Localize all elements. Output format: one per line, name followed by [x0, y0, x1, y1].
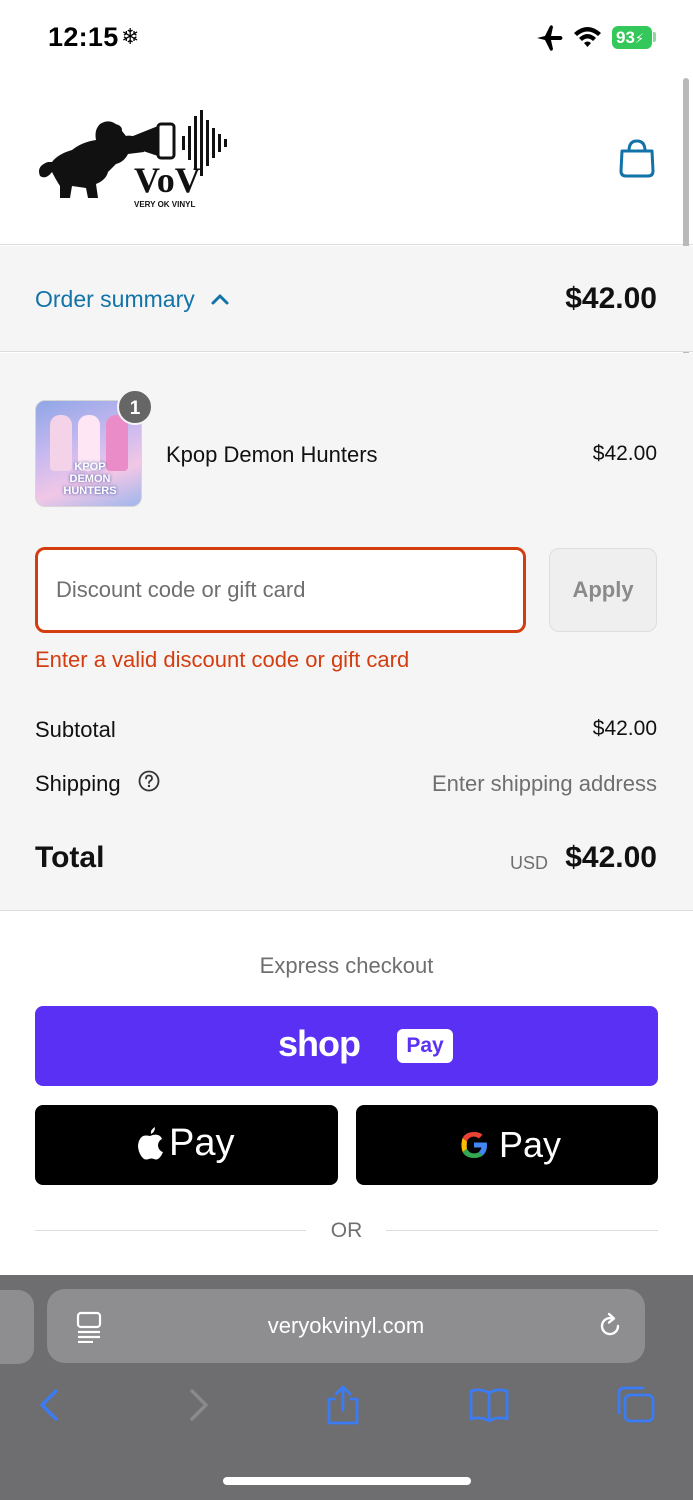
shop-pay-pill: Pay [397, 1029, 453, 1063]
total-label: Total [35, 841, 105, 874]
store-logo[interactable]: VoV VERY OK VINYL [34, 106, 230, 210]
apply-discount-button[interactable]: Apply [549, 548, 657, 632]
apple-logo-icon [138, 1127, 163, 1160]
or-divider-right [386, 1230, 658, 1231]
shop-pay-wordmark: shop [278, 1023, 361, 1064]
chevron-up-icon[interactable] [210, 290, 230, 308]
svg-text:VERY OK VINYL: VERY OK VINYL [134, 200, 195, 209]
total-currency: USD [509, 853, 548, 873]
shipping-value: Enter shipping address [431, 771, 657, 796]
home-indicator [223, 1477, 471, 1485]
apple-pay-label: Pay [169, 1122, 235, 1164]
or-divider-text: OR [330, 1219, 363, 1242]
snowflake-icon: ❄ [121, 24, 140, 49]
discount-code-input[interactable]: Discount code or gift card [35, 547, 526, 633]
store-header: VoV VERY OK VINYL [0, 78, 693, 245]
express-checkout-title: Express checkout [259, 953, 434, 978]
total-value: $42.00 [565, 841, 657, 874]
subtotal-label: Subtotal [35, 717, 116, 742]
apple-pay-button[interactable]: Pay [35, 1105, 338, 1185]
address-bar[interactable]: veryokvinyl.com [47, 1289, 645, 1363]
discount-error-message: Enter a valid discount code or gift card [35, 647, 410, 672]
shipping-label: Shipping [35, 771, 121, 796]
order-details: KPOP DEMON HUNTERS 1 Kpop Demon Hunters … [0, 353, 693, 911]
google-g-icon [461, 1132, 487, 1158]
battery-level: 93 [616, 28, 635, 47]
order-summary-bar[interactable]: Order summary $42.00 [0, 246, 693, 352]
subtotal-value: $42.00 [592, 717, 657, 740]
quantity-badge: 1 [117, 389, 153, 425]
reload-icon[interactable] [595, 1311, 625, 1341]
google-pay-label: Pay [499, 1124, 562, 1165]
status-bar: 12:15 ❄ 93⚡ [0, 0, 693, 78]
forward-icon[interactable] [178, 1385, 218, 1425]
tabs-icon[interactable] [615, 1385, 655, 1425]
share-icon[interactable] [323, 1385, 363, 1425]
product-name: Kpop Demon Hunters [166, 442, 378, 467]
svg-text:VoV: VoV [134, 160, 201, 200]
status-time: 12:15 [48, 22, 119, 52]
battery-tip [653, 32, 656, 42]
thumb-title: KPOP DEMON HUNTERS [63, 461, 117, 497]
cart-bag-icon[interactable] [618, 138, 656, 178]
previous-tab-peek[interactable] [0, 1290, 34, 1364]
google-pay-button[interactable]: Pay [356, 1105, 658, 1185]
summary-total: $42.00 [565, 282, 657, 315]
product-price: $42.00 [592, 442, 657, 465]
back-icon[interactable] [30, 1385, 70, 1425]
battery-indicator: 93⚡ [612, 26, 652, 49]
order-summary-toggle[interactable]: Order summary [35, 286, 195, 313]
airplane-icon [537, 25, 563, 51]
bookmarks-icon[interactable] [469, 1385, 509, 1425]
help-icon[interactable] [138, 770, 160, 792]
shop-pay-button[interactable]: shop Pay [35, 1006, 658, 1086]
url-text: veryokvinyl.com [267, 1313, 425, 1338]
wifi-icon [574, 27, 601, 47]
browser-toolbar: veryokvinyl.com [0, 1275, 693, 1500]
